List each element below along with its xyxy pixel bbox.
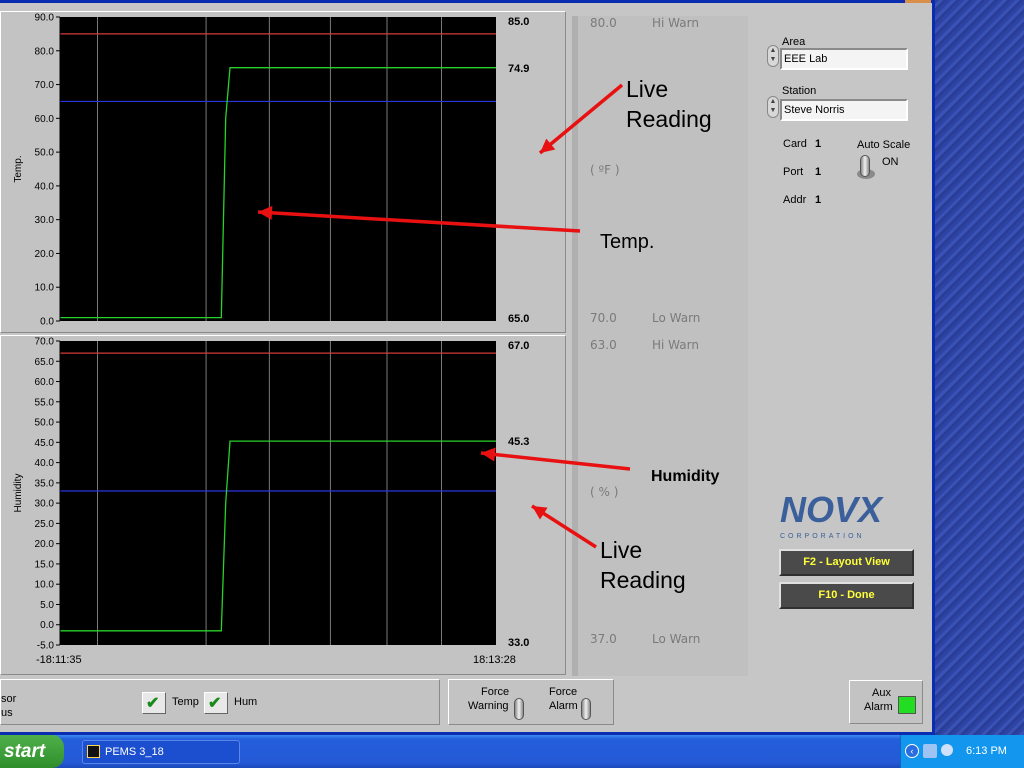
live-reading-annotation-top: Live Reading [626,74,712,134]
temp-y-tick-label: 0.0 [40,317,54,328]
taskbar-pems-button[interactable]: PEMS 3_18 [82,740,240,764]
taskbar: start PEMS 3_18 ‹ 6:13 PM [0,735,1024,768]
temp-y-tick-label: 50.0 [35,148,55,159]
temp-y-tick-label: 10.0 [35,283,55,294]
temp-y-tick-label: 30.0 [35,215,55,226]
temp-annotation: Temp. [600,231,655,253]
time-axis-end: 18:13:28 [473,654,516,666]
hum-scale-top: 67.0 [508,340,529,352]
temp-scale-live: 74.9 [508,63,529,75]
hum-y-tick-label: 70.0 [35,337,55,348]
live-word: Live [626,76,669,102]
temp-scale-bottom: 65.0 [508,313,529,325]
hum-y-tick-label: 60.0 [35,377,55,388]
hum-y-tick-label: 10.0 [35,580,55,591]
temp-y-tick-label: 40.0 [35,181,55,192]
reading-word: Reading [600,567,686,593]
reading-word: Reading [626,106,712,132]
hum-y-tick-label: 65.0 [35,357,55,368]
temp-y-tick-label: 60.0 [35,114,55,125]
humidity-arrow [480,451,631,471]
hum-plot-area [60,341,496,645]
hum-y-tick-label: 40.0 [35,458,55,469]
hum-y-tick-label: 45.0 [35,438,55,449]
charts-layer: 0.0 10.0 20.0 30.0 40.0 50.0 60.0 70.0 80.0 90.0 T… [13,13,631,666]
system-tray: ‹ 6:13 PM [900,735,1024,768]
temp-y-tick-label: 20.0 [35,249,55,260]
hum-y-tick-label: 55.0 [35,397,55,408]
window-client: 80.0 Hi Warn ( ºF ) 70.0 Lo Warn 63.0 Hi… [0,3,932,732]
live-reading-arrow-top [538,83,624,155]
humidity-annotation: Humidity [651,468,720,485]
hum-y-tick-label: 25.0 [35,519,55,530]
hum-y-tick-label: 30.0 [35,499,55,510]
hum-y-tick-label: 35.0 [35,478,55,489]
hum-y-tick-label: 5.0 [40,600,54,611]
temp-y-tick-label: 80.0 [35,46,55,57]
pems-window: 80.0 Hi Warn ( ºF ) 70.0 Lo Warn 63.0 Hi… [0,0,935,735]
hum-y-tick-label: 50.0 [35,418,55,429]
hum-y-axis-title: Humidity [13,474,24,513]
hum-scale-bottom: 33.0 [508,637,529,649]
app-icon [87,745,100,758]
start-button[interactable]: start [0,735,64,768]
desktop-background [935,0,1024,735]
time-axis-start: -18:11:35 [36,654,82,666]
temp-y-axis-title: Temp. [13,155,24,182]
temp-y-tick-label: 70.0 [35,80,55,91]
live-reading-annotation-bottom: Live Reading [600,535,686,595]
temp-y-tick-label: 90.0 [35,13,55,24]
temp-plot-area [60,17,496,321]
volume-icon[interactable] [941,744,953,756]
hum-scale-live: 45.3 [508,436,529,448]
hum-y-tick-label: 15.0 [35,559,55,570]
temp-scale-top: 85.0 [508,16,529,28]
live-word: Live [600,537,643,563]
hum-y-tick-label: 0.0 [40,620,54,631]
task-label: PEMS 3_18 [105,746,164,758]
clock: 6:13 PM [966,745,1007,757]
hum-y-tick-label: 20.0 [35,539,55,550]
network-icon[interactable] [923,744,937,758]
tray-arrow-icon[interactable]: ‹ [905,744,919,758]
hum-y-tick-label: -5.0 [37,641,55,652]
